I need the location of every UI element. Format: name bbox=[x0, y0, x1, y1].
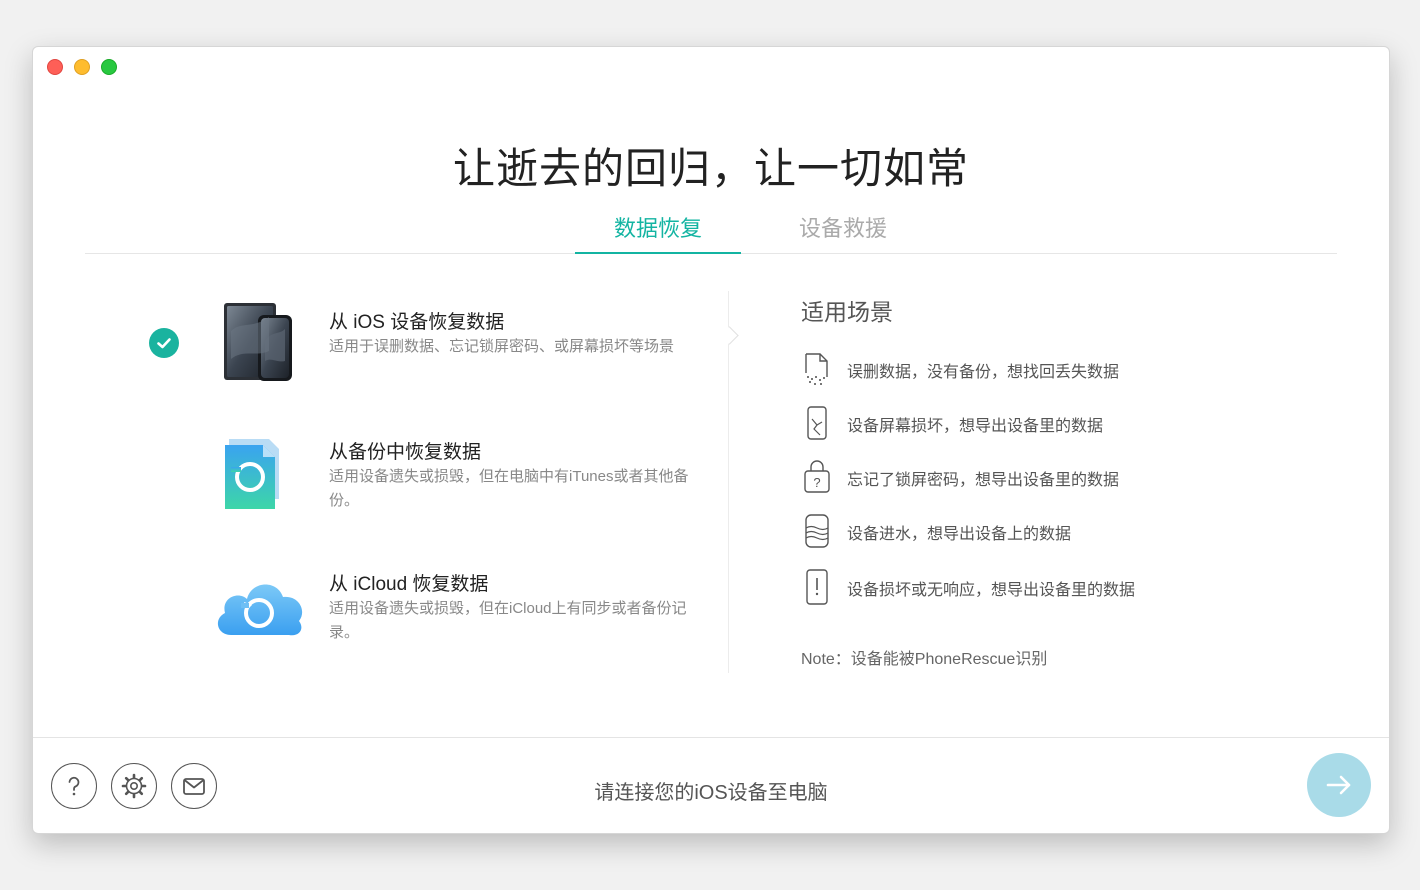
ios-devices-icon bbox=[213, 301, 293, 388]
tab-data-recovery[interactable]: 数据恢复 bbox=[575, 211, 741, 254]
scenario-text: 忘记了锁屏密码，想导出设备里的数据 bbox=[847, 472, 1120, 489]
backup-file-icon bbox=[213, 429, 293, 518]
recognition-note: Note：设备能被PhoneRescue识别 bbox=[801, 651, 1048, 668]
scenario-text: 设备损坏或无响应，想导出设备里的数据 bbox=[847, 582, 1136, 599]
scenario-text: 设备进水，想导出设备上的数据 bbox=[847, 526, 1072, 543]
option-title: 从 iOS 设备恢复数据 bbox=[329, 312, 505, 333]
phone-alert-icon bbox=[801, 569, 833, 605]
window-minimize-button[interactable] bbox=[74, 59, 90, 75]
tab-device-rescue[interactable]: 设备救援 bbox=[775, 211, 911, 254]
page-headline: 让逝去的回归，让一切如常 bbox=[452, 145, 969, 192]
scenario-item: 设备进水，想导出设备上的数据 bbox=[801, 513, 1301, 549]
scenario-item: ? 忘记了锁屏密码，想导出设备里的数据 bbox=[801, 459, 1301, 495]
option-title: 从 iCloud 恢复数据 bbox=[329, 574, 489, 595]
footer-divider bbox=[33, 737, 1389, 738]
option-ios-device[interactable]: 从 iOS 设备恢复数据 适用于误删数据、忘记锁屏密码、或屏幕损坏等场景 bbox=[133, 287, 723, 417]
scenario-panel: 适用场景 误删数据，没有备份，想找回丢失数据 设备屏幕损坏，想导出设备里的数据 … bbox=[801, 287, 1321, 687]
option-description: 适用设备遗失或损毁，但在电脑中有iTunes或者其他备份。 bbox=[329, 468, 689, 509]
option-backup[interactable]: 从备份中恢复数据 适用设备遗失或损毁，但在电脑中有iTunes或者其他备份。 bbox=[133, 417, 723, 547]
tab-bar: 数据恢复 设备救援 bbox=[33, 211, 1389, 254]
scenario-text: 误删数据，没有备份，想找回丢失数据 bbox=[847, 364, 1120, 381]
option-description: 适用设备遗失或损毁，但在iCloud上有同步或者备份记录。 bbox=[329, 600, 687, 641]
selected-check-icon bbox=[149, 328, 179, 358]
scenario-title: 适用场景 bbox=[801, 299, 893, 325]
recovery-options: 从 iOS 设备恢复数据 适用于误删数据、忘记锁屏密码、或屏幕损坏等场景 从备份… bbox=[133, 287, 723, 687]
svg-text:?: ? bbox=[813, 475, 820, 490]
connect-status: 请连接您的iOS设备至电脑 bbox=[594, 782, 828, 804]
app-window: 让逝去的回归，让一切如常 数据恢复 设备救援 从 iOS 设备恢复数据 适用于误… bbox=[32, 46, 1390, 834]
vertical-divider bbox=[728, 291, 729, 673]
scenario-item: 设备损坏或无响应，想导出设备里的数据 bbox=[801, 569, 1301, 605]
scenario-item: 误删数据，没有备份，想找回丢失数据 bbox=[801, 351, 1301, 387]
option-icloud[interactable]: 从 iCloud 恢复数据 适用设备遗失或损毁，但在iCloud上有同步或者备份… bbox=[133, 549, 723, 679]
deleted-file-icon bbox=[801, 351, 833, 387]
arrow-right-icon bbox=[1326, 775, 1351, 795]
window-maximize-button[interactable] bbox=[101, 59, 117, 75]
icloud-restore-icon bbox=[211, 573, 307, 644]
option-description: 适用于误删数据、忘记锁屏密码、或屏幕损坏等场景 bbox=[329, 338, 675, 355]
divider-pointer bbox=[720, 326, 739, 345]
window-close-button[interactable] bbox=[47, 59, 63, 75]
next-button[interactable] bbox=[1307, 753, 1371, 817]
scenario-item: 设备屏幕损坏，想导出设备里的数据 bbox=[801, 405, 1301, 441]
scenario-text: 设备屏幕损坏，想导出设备里的数据 bbox=[847, 418, 1104, 435]
locked-question-icon: ? bbox=[801, 459, 833, 495]
broken-phone-icon bbox=[801, 405, 833, 441]
water-damage-icon bbox=[801, 513, 833, 549]
option-title: 从备份中恢复数据 bbox=[329, 442, 482, 463]
